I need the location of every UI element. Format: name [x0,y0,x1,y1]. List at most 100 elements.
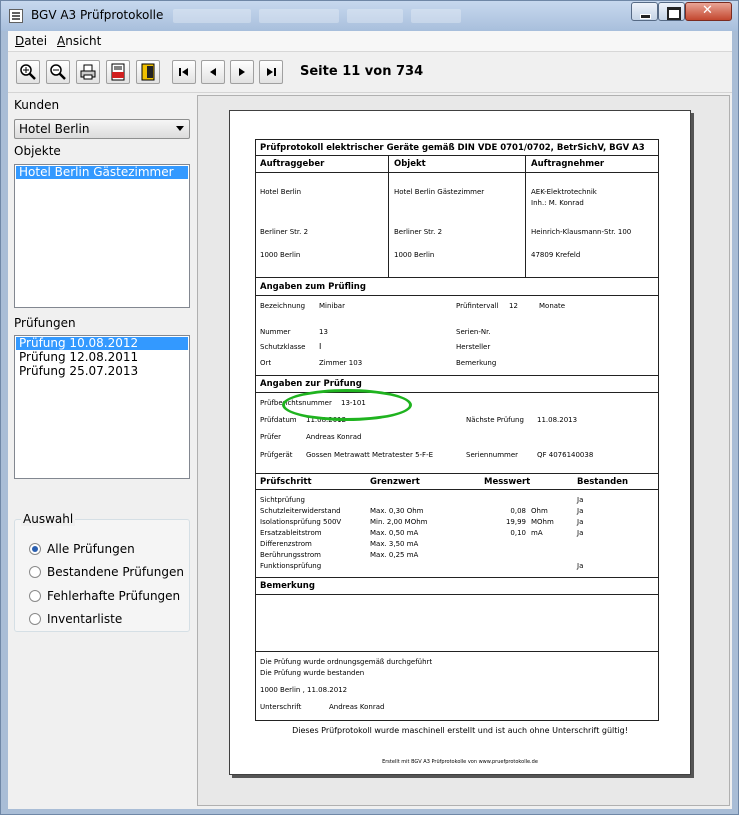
client-area: Datei Ansicht Seite 11 von 734 Kunden Ho… [8,31,732,809]
zoom-out-button[interactable] [46,60,70,84]
auftraggeber-header: Auftraggeber [260,159,325,169]
title-bar[interactable]: BGV A3 Prüfprotokolle [1,1,738,31]
pdf-button[interactable] [106,60,130,84]
field-value: QF 4076140038 [537,451,594,459]
auswahl-label: Auswahl [21,512,76,526]
prev-page-button[interactable] [201,60,225,84]
first-page-icon [179,68,188,76]
field-value: Minibar [319,302,345,310]
column-header: Messwert [484,477,531,487]
field-label: Prüfdatum [260,416,297,424]
footer-note: Dieses Prüfprotokoll wurde maschinell er… [292,726,628,735]
field-label: Hersteller [456,343,491,351]
auftraggeber-city: 1000 Berlin [260,251,301,259]
field-value: Gossen Metrawatt Metratester 5-F-E [306,451,434,459]
pruefung-header: Angaben zur Prüfung [260,379,362,389]
field-label: Bemerkung [456,359,497,367]
exit-icon [141,63,155,81]
field-label: Unterschrift [260,703,302,711]
field-value: 12 [509,302,518,310]
list-item[interactable]: Hotel Berlin Gästezimmer [16,166,188,179]
report-title: Prüfprotokoll elektrischer Geräte gemäß … [260,143,645,153]
radio-icon [29,590,41,602]
radio-icon [29,566,41,578]
objekt-name: Hotel Berlin Gästezimmer [394,188,485,196]
next-page-icon [239,68,245,76]
taskbar-ghost [411,9,461,23]
taskbar-ghost [173,9,251,23]
window-title: BGV A3 Prüfprotokolle [31,8,164,22]
place-date: 1000 Berlin , 11.08.2012 [260,686,348,694]
kunden-value: Hotel Berlin [19,122,90,136]
auftraggeber-name: Hotel Berlin [260,188,302,196]
result-text: Die Prüfung wurde bestanden [260,669,365,677]
footer-credit: Erstellt mit BGV A3 Prüfprotokolle von w… [382,759,538,765]
last-page-icon [267,68,276,76]
list-item[interactable]: Prüfung 25.07.2013 [16,365,188,378]
report-page: Prüfprotokoll elektrischer Geräte gemäß … [229,110,691,775]
field-label: Serien-Nr. [456,328,491,336]
next-page-button[interactable] [230,60,254,84]
report-preview[interactable]: Prüfprotokoll elektrischer Geräte gemäß … [197,95,730,806]
radio-icon [29,613,41,625]
kunden-dropdown[interactable]: Hotel Berlin [14,119,190,139]
field-value: 11.08.2013 [537,416,578,424]
auftragnehmer-inhaber: Inh.: M. Konrad [531,199,584,207]
field-label: Prüfer [260,433,282,441]
field-value: Monate [539,302,566,310]
minimize-button[interactable] [631,2,658,21]
close-button[interactable] [685,2,732,21]
menu-ansicht[interactable]: Ansicht [57,34,101,48]
objekte-list[interactable]: Hotel Berlin Gästezimmer [14,164,190,308]
signature-name: Andreas Konrad [329,703,385,711]
prev-page-icon [210,68,216,76]
field-value: I [319,342,322,351]
field-label: Seriennummer [466,451,519,459]
field-label: Nummer [260,328,291,336]
field-value: 13 [319,328,328,336]
menu-datei[interactable]: Datei [15,34,47,48]
toolbar: Seite 11 von 734 [8,53,732,93]
app-window: BGV A3 Prüfprotokolle Datei Ansicht [0,0,739,815]
highlight-ellipse [282,389,412,421]
pruefungen-list[interactable]: Prüfung 10.08.2012 Prüfung 12.08.2011 Pr… [14,335,190,479]
field-label: Bezeichnung [260,302,306,310]
field-label: Prüfintervall [456,302,499,310]
list-item[interactable]: Prüfung 12.08.2011 [16,351,188,364]
zoom-in-icon [20,64,36,80]
pruefungen-label: Prüfungen [14,316,76,330]
first-page-button[interactable] [172,60,196,84]
taskbar-ghost [259,9,339,23]
last-page-button[interactable] [259,60,283,84]
field-label: Ort [260,359,272,367]
print-button[interactable] [76,60,100,84]
objekt-header: Objekt [394,159,426,169]
kunden-label: Kunden [14,98,60,112]
list-item[interactable]: Prüfung 10.08.2012 [16,337,188,350]
auftragnehmer-street: Heinrich-Klausmann-Str. 100 [531,228,632,236]
radio-checked-icon [29,543,41,555]
objekt-street: Berliner Str. 2 [394,228,443,236]
field-label: Nächste Prüfung [466,416,524,424]
taskbar-ghost [347,9,403,23]
menu-bar: Datei Ansicht [8,31,732,52]
bemerkung-header: Bemerkung [260,581,315,591]
zoom-in-button[interactable] [16,60,40,84]
auftraggeber-street: Berliner Str. 2 [260,228,309,236]
column-header: Prüfschritt [260,477,312,487]
exit-button[interactable] [136,60,160,84]
page-indicator: Seite 11 von 734 [300,64,424,79]
auftragnehmer-header: Auftragnehmer [531,159,605,169]
pruefling-header: Angaben zum Prüfling [260,282,366,292]
objekt-city: 1000 Berlin [394,251,435,259]
sidebar: Kunden Hotel Berlin Objekte Hotel Berlin… [8,94,193,809]
auftragnehmer-name: AEK-Elektrotechnik [531,188,597,196]
field-label: Schutzklasse [260,343,306,351]
print-icon [80,64,96,80]
pdf-icon [111,63,125,81]
column-header: Grenzwert [370,477,420,487]
field-value: Zimmer 103 [319,359,363,367]
auftragnehmer-city: 47809 Krefeld [531,251,581,259]
zoom-out-icon [50,64,66,80]
maximize-button[interactable] [658,2,685,21]
